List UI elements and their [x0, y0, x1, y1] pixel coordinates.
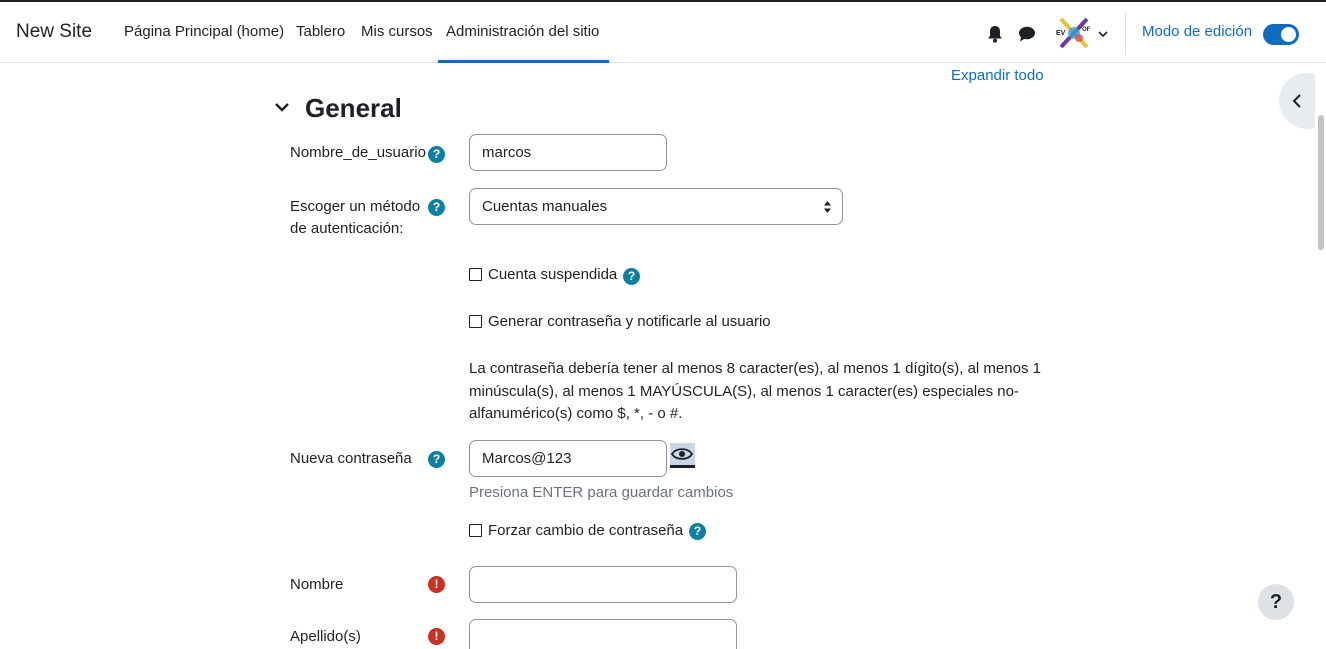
edit-mode-label[interactable]: Modo de edición	[1142, 23, 1252, 40]
last-name-label: Apellido(s)	[290, 628, 361, 645]
generate-password-checkbox[interactable]	[469, 315, 482, 328]
eye-icon	[671, 448, 693, 460]
suspended-label[interactable]: Cuenta suspendida	[488, 266, 617, 283]
help-icon[interactable]: ?	[689, 523, 706, 540]
help-icon[interactable]: ?	[428, 451, 445, 468]
svg-text:OF: OF	[1082, 27, 1091, 33]
required-icon: !	[428, 576, 445, 593]
auth-method-label: Escoger un método de autenticación:	[290, 198, 421, 237]
nav-item-dashboard[interactable]: Tablero	[296, 23, 345, 40]
edit-mode-toggle[interactable]	[1263, 24, 1299, 45]
auth-method-select[interactable]: Cuentas manuales	[469, 188, 843, 225]
force-change-checkbox[interactable]	[469, 524, 482, 537]
suspended-checkbox[interactable]	[469, 268, 482, 281]
scrollbar-thumb[interactable]	[1318, 115, 1324, 250]
nav-item-home[interactable]: Página Principal (home)	[124, 23, 284, 40]
first-name-input[interactable]	[469, 566, 737, 603]
chevron-down-icon[interactable]	[1097, 29, 1109, 39]
svg-text:EV: EV	[1056, 30, 1066, 37]
nav-item-site-admin[interactable]: Administración del sitio	[446, 23, 599, 40]
reveal-password-button[interactable]	[670, 443, 695, 468]
toggle-knob	[1281, 27, 1296, 42]
scrollbar[interactable]	[1315, 63, 1326, 649]
bell-icon[interactable]	[987, 25, 1003, 43]
new-password-input[interactable]: Marcos@123	[469, 440, 667, 477]
last-name-input[interactable]	[469, 619, 737, 649]
nav-item-my-courses[interactable]: Mis cursos	[361, 23, 433, 40]
first-name-label: Nombre	[290, 576, 344, 593]
username-input[interactable]: marcos	[469, 134, 667, 171]
chevron-left-icon	[1292, 94, 1301, 108]
help-icon[interactable]: ?	[428, 199, 445, 216]
help-icon[interactable]: ?	[623, 268, 640, 285]
top-navbar: New Site Página Principal (home) Tablero…	[0, 0, 1326, 63]
help-icon[interactable]: ?	[428, 146, 445, 163]
required-icon: !	[428, 628, 445, 645]
password-policy-text: La contraseña debería tener al menos 8 c…	[469, 360, 1041, 422]
select-arrows-icon	[824, 201, 831, 213]
force-change-label[interactable]: Forzar cambio de contraseña	[488, 522, 683, 539]
site-name[interactable]: New Site	[16, 21, 92, 43]
new-password-label: Nueva contraseña	[290, 450, 412, 467]
generate-password-label[interactable]: Generar contraseña y notificarle al usua…	[488, 313, 771, 330]
username-label: Nombre_de_usuario	[290, 144, 426, 161]
auth-method-value: Cuentas manuales	[482, 198, 608, 215]
user-avatar[interactable]: EV OF	[1055, 17, 1093, 49]
expand-all-link[interactable]: Expandir todo	[951, 67, 1044, 84]
section-title[interactable]: General	[305, 93, 402, 124]
password-hint: Presiona ENTER para guardar cambios	[469, 484, 734, 501]
nav-divider	[1125, 12, 1126, 55]
active-tab-indicator	[438, 60, 609, 63]
chevron-down-icon[interactable]	[274, 102, 290, 114]
help-button[interactable]: ?	[1258, 584, 1294, 620]
chat-icon[interactable]	[1018, 26, 1036, 42]
